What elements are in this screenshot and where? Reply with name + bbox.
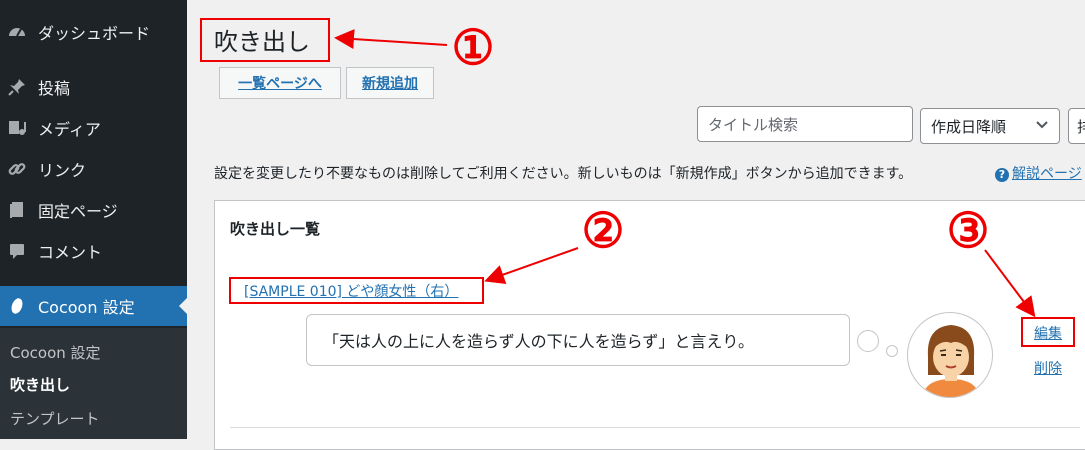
annotation-number-two: ② (581, 203, 625, 259)
sidebar-item-label: リンク (38, 161, 87, 180)
cocoon-icon (6, 295, 28, 317)
panel-title: 吹き出し一覧 (230, 220, 321, 238)
sort-select-value: 作成日降順 (931, 117, 1007, 136)
submenu-item-templates[interactable]: テンプレート (10, 408, 100, 429)
title-search-input[interactable]: タイトル検索 (697, 106, 913, 142)
help-icon: ? (995, 168, 1009, 182)
comment-icon (6, 240, 28, 262)
add-new-button[interactable]: 新規追加 (346, 67, 434, 99)
thought-bubble-small (886, 345, 898, 357)
balloon-name-link[interactable]: [SAMPLE 010] どや顔女性（右） (244, 281, 458, 301)
cocoon-submenu: Cocoon 設定 吹き出し テンプレート (0, 328, 187, 439)
speech-balloon: 「天は人の上に人を造らず人の下に人を造らず」と言えり。 (306, 314, 850, 366)
sidebar-item-label: メディア (38, 120, 101, 139)
sidebar-item-label: コメント (38, 243, 103, 262)
active-indicator (179, 298, 187, 314)
link-icon (6, 158, 28, 180)
thought-bubble-large (857, 330, 879, 352)
submenu-item-balloons[interactable]: 吹き出し (10, 374, 70, 395)
sidebar-item-cocoon-settings[interactable]: Cocoon 設定 (0, 286, 187, 326)
dashboard-icon (6, 21, 28, 43)
submenu-item-cocoon-settings[interactable]: Cocoon 設定 (10, 342, 101, 363)
media-icon (6, 117, 28, 139)
admin-sidebar: ダッシュボード 投稿 メディア リンク 固定ページ コメント Cocoon 設定… (0, 0, 187, 439)
row-divider (230, 427, 1080, 428)
avatar (907, 312, 993, 398)
sidebar-item-links[interactable]: リンク (0, 149, 187, 189)
page-icon (6, 199, 28, 221)
sidebar-item-posts[interactable]: 投稿 (0, 67, 187, 107)
sidebar-item-label: 投稿 (38, 79, 71, 98)
sidebar-item-label: Cocoon 設定 (38, 298, 135, 317)
sidebar-item-dashboard[interactable]: ダッシュボード (0, 12, 187, 52)
help-link[interactable]: ? 解説ページ (995, 163, 1082, 183)
page-description: 設定を変更したり不要なものは削除してご利用ください。新しいものは「新規作成」ボタ… (214, 166, 913, 182)
sidebar-item-label: ダッシュボード (38, 24, 151, 43)
annotation-number-one: ① (451, 20, 495, 76)
help-link-label: 解説ページ (1012, 166, 1082, 182)
pin-icon (6, 76, 28, 98)
page-title: 吹き出し (214, 28, 310, 56)
filter-button[interactable]: 排 (1068, 108, 1085, 144)
annotation-number-three: ③ (946, 203, 990, 259)
sidebar-item-media[interactable]: メディア (0, 108, 187, 148)
chevron-down-icon (1035, 117, 1049, 135)
sidebar-item-pages[interactable]: 固定ページ (0, 190, 187, 230)
sidebar-item-comments[interactable]: コメント (0, 231, 187, 271)
sidebar-item-label: 固定ページ (38, 202, 118, 221)
list-page-button[interactable]: 一覧ページへ (219, 67, 341, 99)
edit-link[interactable]: 編集 (1034, 323, 1062, 343)
delete-link[interactable]: 削除 (1034, 358, 1062, 378)
sort-select[interactable]: 作成日降順 (920, 108, 1060, 144)
arrow-one (334, 29, 448, 50)
